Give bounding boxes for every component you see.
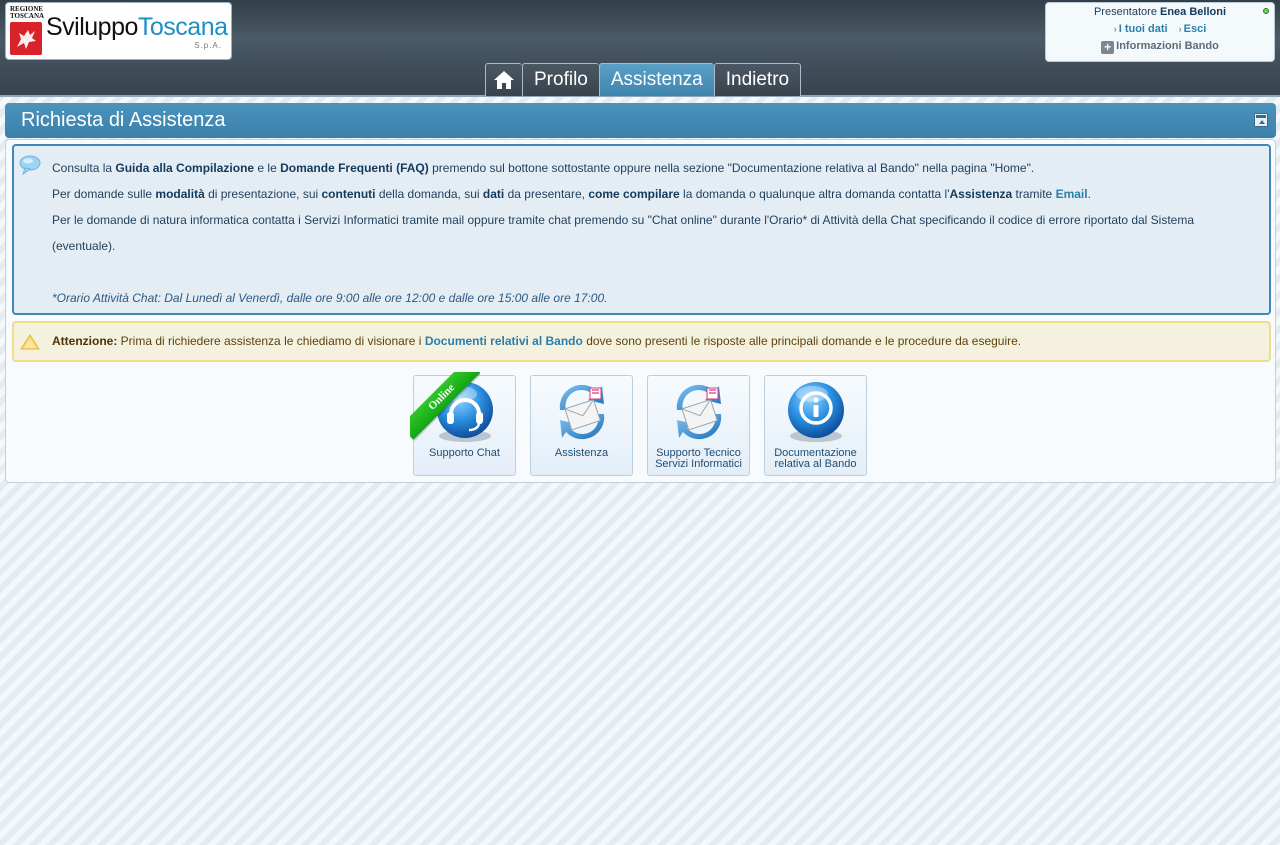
bando-documents-link[interactable]: Documenti relativi al Bando [425, 334, 583, 348]
warning-text: Attenzione: Prima di richiedere assisten… [52, 334, 1022, 348]
app-header: REGIONE TOSCANA SviluppoToscana S.p.A. P… [0, 0, 1280, 97]
chat-support-button[interactable]: Online Supporto Chat [410, 372, 516, 476]
technical-support-button[interactable]: Supporto Tecnico Servizi Informatici [647, 375, 750, 476]
assistance-button[interactable]: Assistenza [530, 375, 633, 476]
warning-box: Attenzione: Prima di richiedere assisten… [12, 321, 1271, 362]
home-icon [494, 71, 514, 89]
logout-link[interactable]: › Esci [1179, 23, 1207, 35]
plus-icon: + [1101, 41, 1115, 54]
panel-title-bar: Richiesta di Assistenza [5, 103, 1276, 138]
tile-label: Documentazione relativa al Bando [774, 447, 857, 470]
chevron-right-icon: › [1178, 24, 1182, 34]
tab-home[interactable] [485, 63, 522, 96]
tile-label: Supporto Tecnico Servizi Informatici [655, 447, 742, 470]
mail-refresh-icon [676, 384, 721, 440]
page-title: Richiesta di Assistenza [21, 109, 226, 131]
user-links: › I tuoi dati › Esci [1046, 23, 1274, 35]
collapse-icon[interactable] [1254, 113, 1268, 127]
info-line-3: Per le domande di natura informatica con… [52, 213, 1195, 253]
panel-body: Consulta la Guida alla Compilazione e le… [5, 139, 1276, 483]
tab-indietro[interactable]: Indietro [713, 63, 802, 96]
brand-suffix: S.p.A. [194, 41, 222, 50]
user-box: Presentatore Enea Belloni › I tuoi dati ›… [1045, 2, 1275, 62]
tile-label: Supporto Chat [429, 447, 500, 459]
online-status-icon [1263, 8, 1269, 14]
tab-assistenza[interactable]: Assistenza [598, 63, 714, 96]
speech-bubble-icon [19, 155, 41, 175]
warning-icon [20, 334, 40, 350]
presenter-info: Presentatore Enea Belloni [1093, 6, 1227, 18]
email-link[interactable]: Email [1056, 187, 1088, 201]
chevron-right-icon: › [1113, 24, 1117, 34]
main-nav: Profilo Assistenza Indietro [485, 63, 802, 96]
bando-info-link[interactable]: + Informazioni Bando [1046, 40, 1274, 54]
brand-name: SviluppoToscana [46, 13, 228, 41]
info-text: Consulta la Guida alla Compilazione e le… [52, 155, 1255, 311]
info-line-2: Per domande sulle modalità di presentazi… [52, 187, 1091, 201]
pegasus-emblem-icon [10, 22, 42, 55]
sviluppo-toscana-logo[interactable]: REGIONE TOSCANA SviluppoToscana S.p.A. [5, 2, 232, 60]
documentation-button[interactable]: Documentazione relativa al Bando [764, 375, 867, 476]
tab-profilo[interactable]: Profilo [522, 63, 599, 96]
info-icon [787, 382, 844, 442]
info-line-1: Consulta la Guida alla Compilazione e le… [52, 161, 1035, 175]
chat-hours-note: *Orario Attività Chat: Dal Lunedì al Ven… [52, 291, 608, 305]
tile-label: Assistenza [554, 447, 609, 459]
mail-refresh-icon [559, 384, 604, 440]
info-box: Consulta la Guida alla Compilazione e le… [12, 144, 1271, 315]
my-data-link[interactable]: › I tuoi dati [1114, 23, 1168, 35]
region-toscana-text: REGIONE TOSCANA [10, 5, 45, 20]
online-badge: Online [410, 372, 480, 442]
